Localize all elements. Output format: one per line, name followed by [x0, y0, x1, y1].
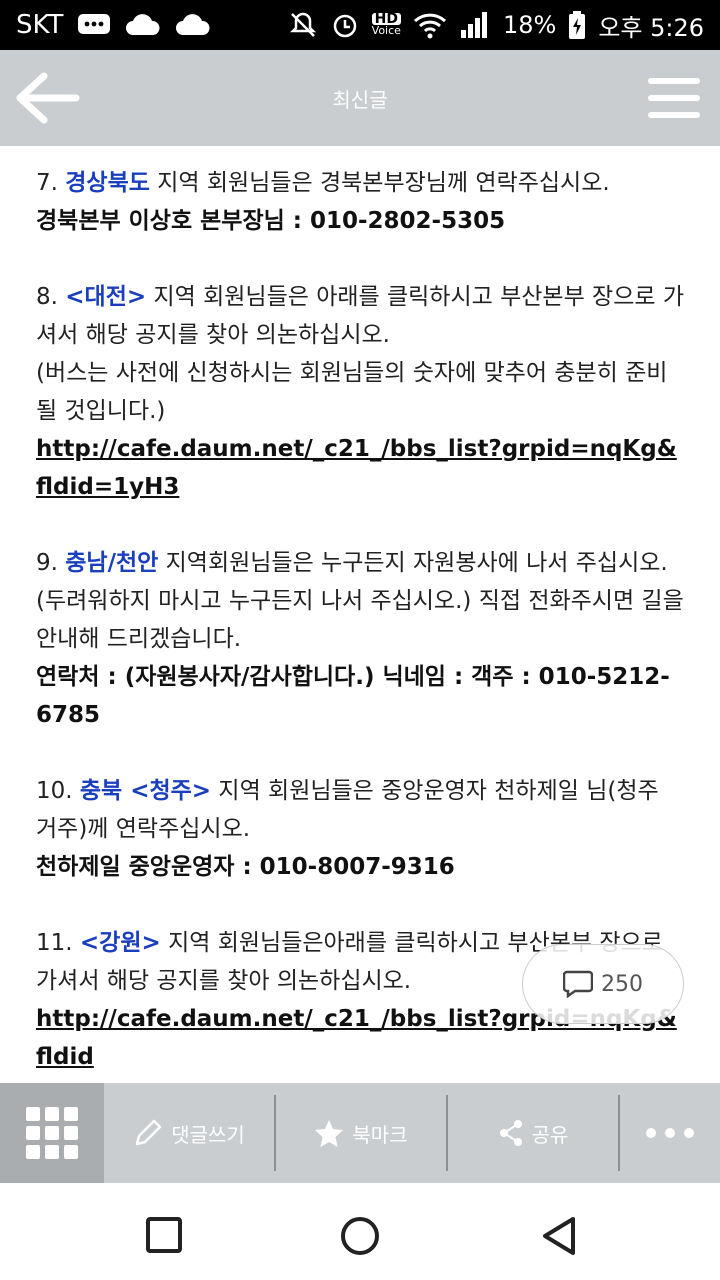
cafe-link[interactable]: http://cafe.daum.net/_c21_/bbs_list?grpi…: [36, 436, 677, 500]
alarm-icon: [333, 14, 356, 38]
section-7: 7. 경상북도 지역 회원님들은 경북본부장님께 연락주십시오. 경북본부 이상…: [36, 170, 610, 234]
contact-info: 연락처 : (자원봉사자/감사합니다.) 닉네임 : 객주 : 010-5212…: [36, 664, 670, 728]
note-text: (두려워하지 마시고 누구든지 나서 주십시오.) 직접 전화주시면 길을 안내…: [36, 588, 684, 652]
cloud-icon: [176, 14, 210, 36]
region-label: <강원>: [79, 930, 161, 956]
section-8: 8. <대전> 지역 회원님들은 아래를 클릭하시고 부산본부 장으로 가셔서 …: [36, 284, 684, 500]
recents-icon[interactable]: [140, 1211, 190, 1261]
more-options-icon[interactable]: [620, 1128, 720, 1138]
region-label: 경상북도: [65, 170, 150, 196]
share-icon: [499, 1120, 522, 1146]
bookmark-button[interactable]: 북마크: [276, 1095, 446, 1171]
hamburger-menu-icon[interactable]: [648, 78, 700, 118]
status-bar: SKT HD Voice 18% 오후 5:26: [0, 0, 720, 50]
app-bar: 최신글: [0, 50, 720, 146]
back-triangle-icon[interactable]: [535, 1211, 585, 1261]
star-icon: [315, 1120, 344, 1147]
bottom-action-bar: 댓글쓰기 북마크 공유: [0, 1083, 720, 1183]
region-label: 충남/천안: [65, 550, 159, 576]
grid-icon: [26, 1107, 78, 1159]
battery-percent: 18%: [502, 11, 557, 39]
comment-icon: [563, 970, 593, 998]
cloud-icon: [126, 14, 160, 36]
wifi-icon: [413, 13, 446, 39]
section-9: 9. 충남/천안 지역회원님들은 누구든지 자원봉사에 나서 주십시오. (두려…: [36, 550, 684, 728]
region-label: 충북 <청주>: [79, 778, 212, 804]
hd-voice-icon: HD Voice: [371, 11, 401, 37]
write-comment-button[interactable]: 댓글쓰기: [104, 1095, 274, 1171]
note-text: (버스는 사전에 신청하시는 회원님들의 숫자에 맞추어 충분히 준비될 것입니…: [36, 360, 668, 424]
comment-count: 250: [601, 971, 643, 997]
home-icon[interactable]: [335, 1211, 385, 1261]
page-title: 최신글: [332, 88, 388, 112]
comment-count-button[interactable]: 250: [522, 944, 684, 1024]
grid-menu-button[interactable]: [0, 1083, 104, 1183]
message-icon: [78, 14, 111, 34]
carrier-label: SKT: [16, 10, 64, 40]
clock: 오후 5:26: [598, 13, 704, 42]
signal-icon: [460, 12, 487, 38]
battery-charging-icon: [569, 11, 586, 39]
contact-info: 경북본부 이상호 본부장님 : 010-2802-5305: [36, 208, 506, 234]
system-navigation-bar: [0, 1183, 720, 1280]
share-button[interactable]: 공유: [448, 1095, 618, 1171]
region-label: <대전>: [65, 284, 147, 310]
pencil-icon: [135, 1119, 162, 1146]
section-10: 10. 충북 <청주> 지역 회원님들은 중앙운영자 천하제일 님(청주 거주)…: [36, 778, 659, 880]
contact-info: 천하제일 중앙운영자 : 010-8007-9316: [36, 854, 455, 880]
mute-icon: [289, 12, 316, 37]
